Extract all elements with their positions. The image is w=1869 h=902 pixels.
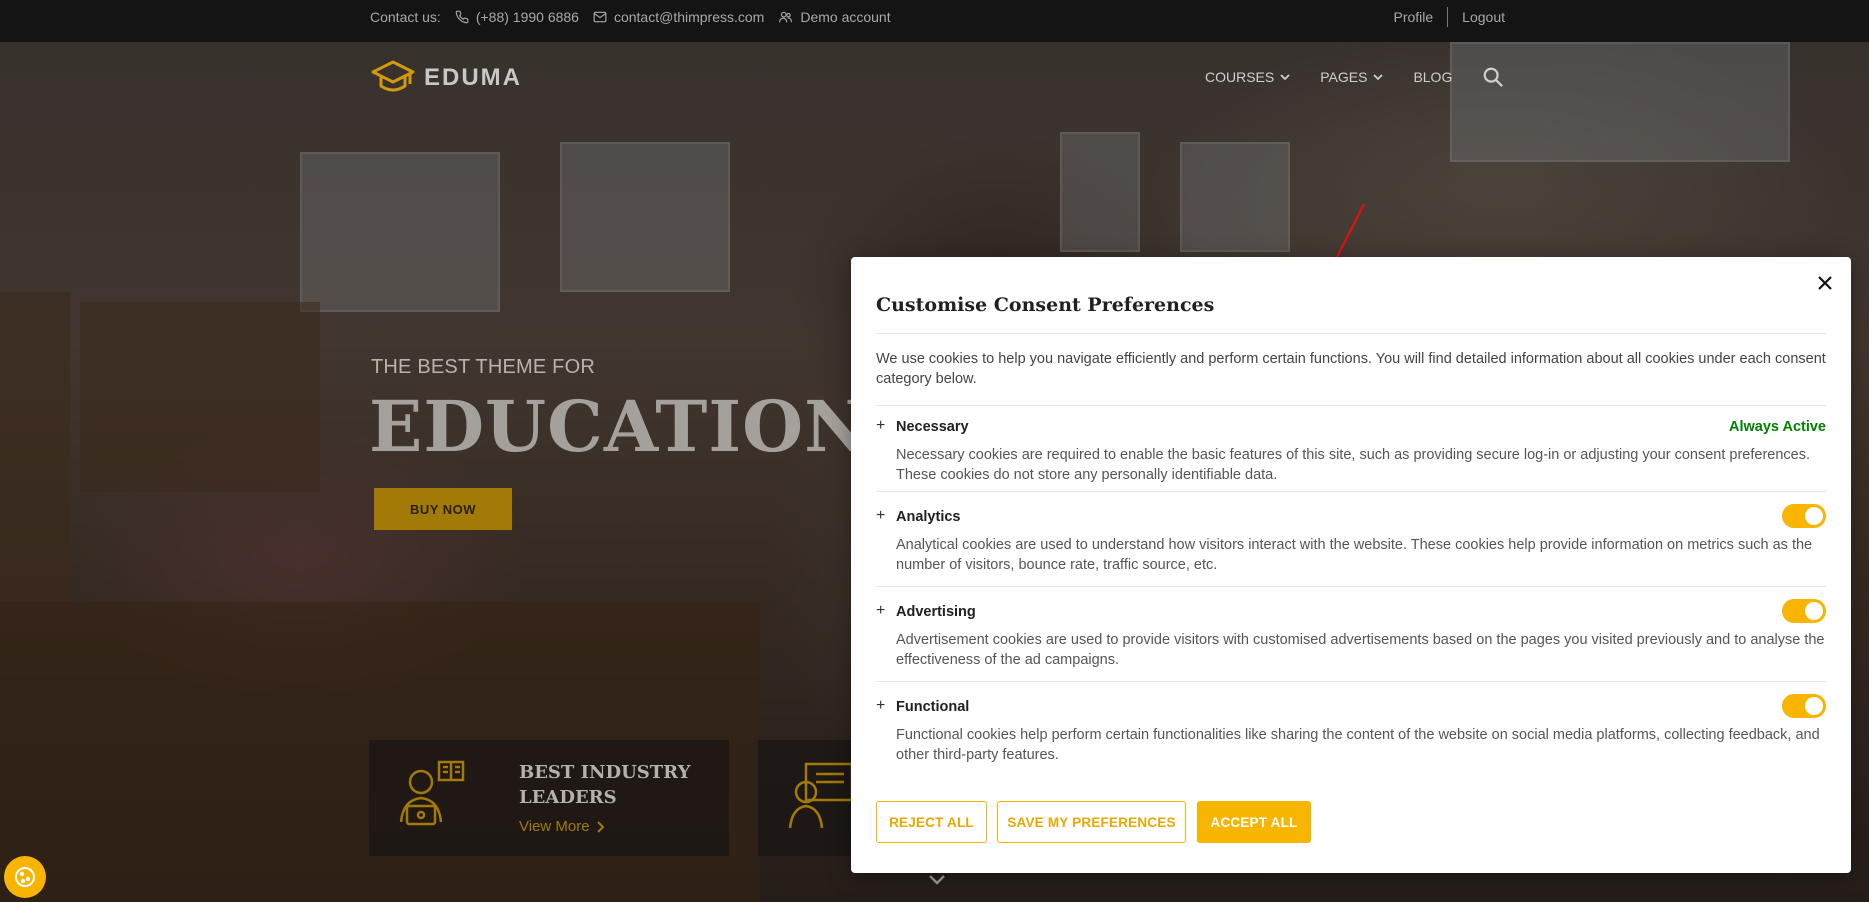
logo-text: EDUMA (424, 64, 522, 91)
nav-courses[interactable]: COURSES (1205, 69, 1290, 85)
toggle-knob (1805, 697, 1823, 715)
consent-preferences-modal: Customise Consent Preferences We use coo… (851, 257, 1851, 873)
divider (876, 586, 1826, 587)
modal-intro: We use cookies to help you navigate effi… (876, 351, 1826, 387)
nav-label: COURSES (1205, 69, 1275, 85)
category-advertising[interactable]: + Advertising Advertisement cookies are … (876, 599, 1826, 678)
accept-all-button[interactable]: ACCEPT ALL (1197, 801, 1311, 843)
contact-label: Contact us: (370, 9, 441, 25)
logout-link[interactable]: Logout (1462, 9, 1505, 25)
category-name: Functional (896, 699, 970, 715)
save-preferences-button[interactable]: SAVE MY PREFERENCES (997, 801, 1186, 843)
nav-pages[interactable]: PAGES (1320, 69, 1384, 85)
nav-blog[interactable]: BLOG (1413, 69, 1452, 85)
chevron-down-icon (1280, 73, 1290, 80)
category-name: Advertising (896, 604, 976, 620)
functional-toggle[interactable] (1782, 694, 1826, 718)
account-links: Profile Logout (1393, 0, 1505, 34)
close-button[interactable] (1813, 271, 1837, 295)
category-analytics[interactable]: + Analytics Analytical cookies are used … (876, 504, 1826, 583)
contact-info: Contact us: (+88) 1990 6886 contact@thim… (370, 0, 891, 34)
category-description: Functional cookies help perform certain … (896, 727, 1820, 763)
phone-text: (+88) 1990 6886 (475, 9, 579, 25)
view-more-link[interactable]: View More (519, 818, 604, 835)
category-description: Necessary cookies are required to enable… (896, 447, 1810, 483)
nav-label: PAGES (1320, 69, 1368, 85)
view-more-label: View More (519, 818, 590, 835)
main-nav: COURSES PAGES BLOG (1205, 66, 1504, 88)
hero-subtitle: THE BEST THEME FOR (371, 356, 596, 378)
buy-now-button[interactable]: BUY NOW (374, 488, 512, 530)
category-description: Advertisement cookies are used to provid… (896, 632, 1825, 668)
feature-card: BEST INDUSTRY LEADERS View More (369, 740, 729, 856)
phone-icon (455, 10, 469, 24)
phone-link[interactable]: (+88) 1990 6886 (455, 9, 579, 25)
analytics-toggle[interactable] (1782, 504, 1826, 528)
always-active-label: Always Active (1729, 419, 1826, 435)
profile-link[interactable]: Profile (1393, 9, 1433, 25)
close-icon (1818, 276, 1832, 290)
teacher-laptop-icon (399, 760, 465, 826)
demo-text: Demo account (800, 9, 891, 25)
search-icon[interactable] (1482, 66, 1504, 88)
cookie-icon (15, 867, 35, 887)
reject-all-button[interactable]: REJECT ALL (876, 801, 987, 843)
divider (876, 681, 1826, 682)
demo-account-link[interactable]: Demo account (778, 9, 891, 25)
category-name: Necessary (896, 419, 969, 435)
divider (876, 405, 1826, 406)
top-bar: Contact us: (+88) 1990 6886 contact@thim… (0, 0, 1869, 42)
toggle-knob (1805, 507, 1823, 525)
category-functional[interactable]: + Functional Functional cookies help per… (876, 694, 1826, 773)
expand-icon[interactable]: + (876, 417, 885, 435)
advertising-toggle[interactable] (1782, 599, 1826, 623)
chevron-right-icon (596, 820, 604, 833)
email-text: contact@thimpress.com (613, 9, 765, 25)
toggle-knob (1805, 602, 1823, 620)
chevron-down-icon (1373, 73, 1384, 80)
users-icon (779, 11, 793, 23)
site-logo[interactable]: EDUMA (370, 58, 522, 98)
feature-title: BEST INDUSTRY LEADERS (519, 762, 691, 808)
category-necessary[interactable]: + Necessary Always Active Necessary cook… (876, 417, 1826, 493)
divider (876, 491, 1826, 492)
scroll-down-icon[interactable] (928, 874, 946, 886)
divider (876, 333, 1826, 334)
expand-icon[interactable]: + (876, 697, 885, 715)
nav-label: BLOG (1413, 69, 1453, 85)
mail-icon (593, 11, 607, 23)
expand-icon[interactable]: + (876, 507, 885, 525)
category-name: Analytics (896, 509, 961, 525)
category-description: Analytical cookies are used to understan… (896, 537, 1813, 573)
modal-title: Customise Consent Preferences (876, 294, 1215, 316)
expand-icon[interactable]: + (876, 602, 885, 620)
hero-title: EDUCATION (369, 385, 870, 468)
email-link[interactable]: contact@thimpress.com (593, 9, 764, 25)
graduation-cap-icon (371, 60, 415, 92)
cookie-settings-button[interactable] (4, 856, 46, 898)
teacher-board-icon (788, 762, 854, 829)
divider (1447, 7, 1449, 27)
